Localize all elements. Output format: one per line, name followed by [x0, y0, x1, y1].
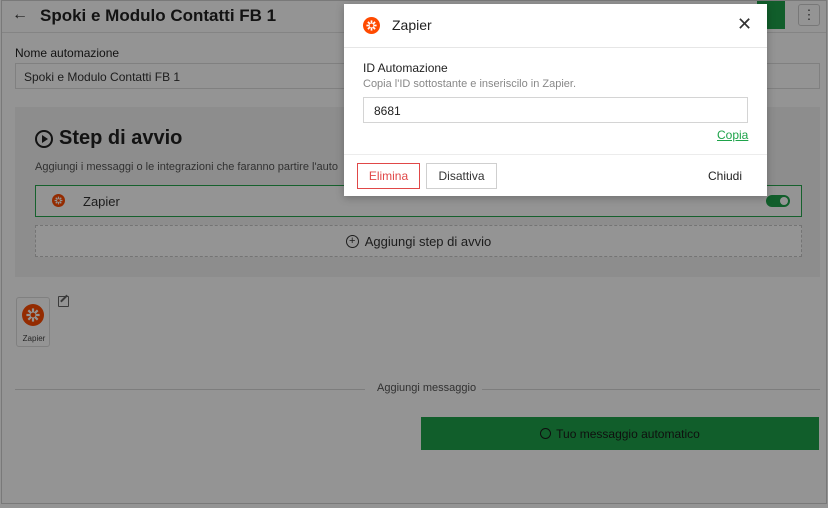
automation-id-field[interactable]: 8681 — [363, 97, 748, 123]
close-icon[interactable]: ✕ — [737, 15, 752, 33]
close-button[interactable]: Chiudi — [708, 169, 742, 183]
automation-id-label: ID Automazione — [363, 61, 448, 75]
zapier-modal: Zapier ✕ ID Automazione Copia l'ID sotto… — [344, 4, 767, 196]
zapier-icon — [363, 17, 380, 34]
disable-button[interactable]: Disattiva — [426, 163, 497, 189]
automation-id-help: Copia l'ID sottostante e inseriscilo in … — [363, 78, 577, 90]
modal-header: Zapier ✕ — [344, 4, 767, 48]
modal-title: Zapier — [392, 17, 432, 33]
modal-footer-divider — [344, 154, 767, 155]
copy-link[interactable]: Copia — [717, 128, 748, 142]
delete-button[interactable]: Elimina — [357, 163, 420, 189]
